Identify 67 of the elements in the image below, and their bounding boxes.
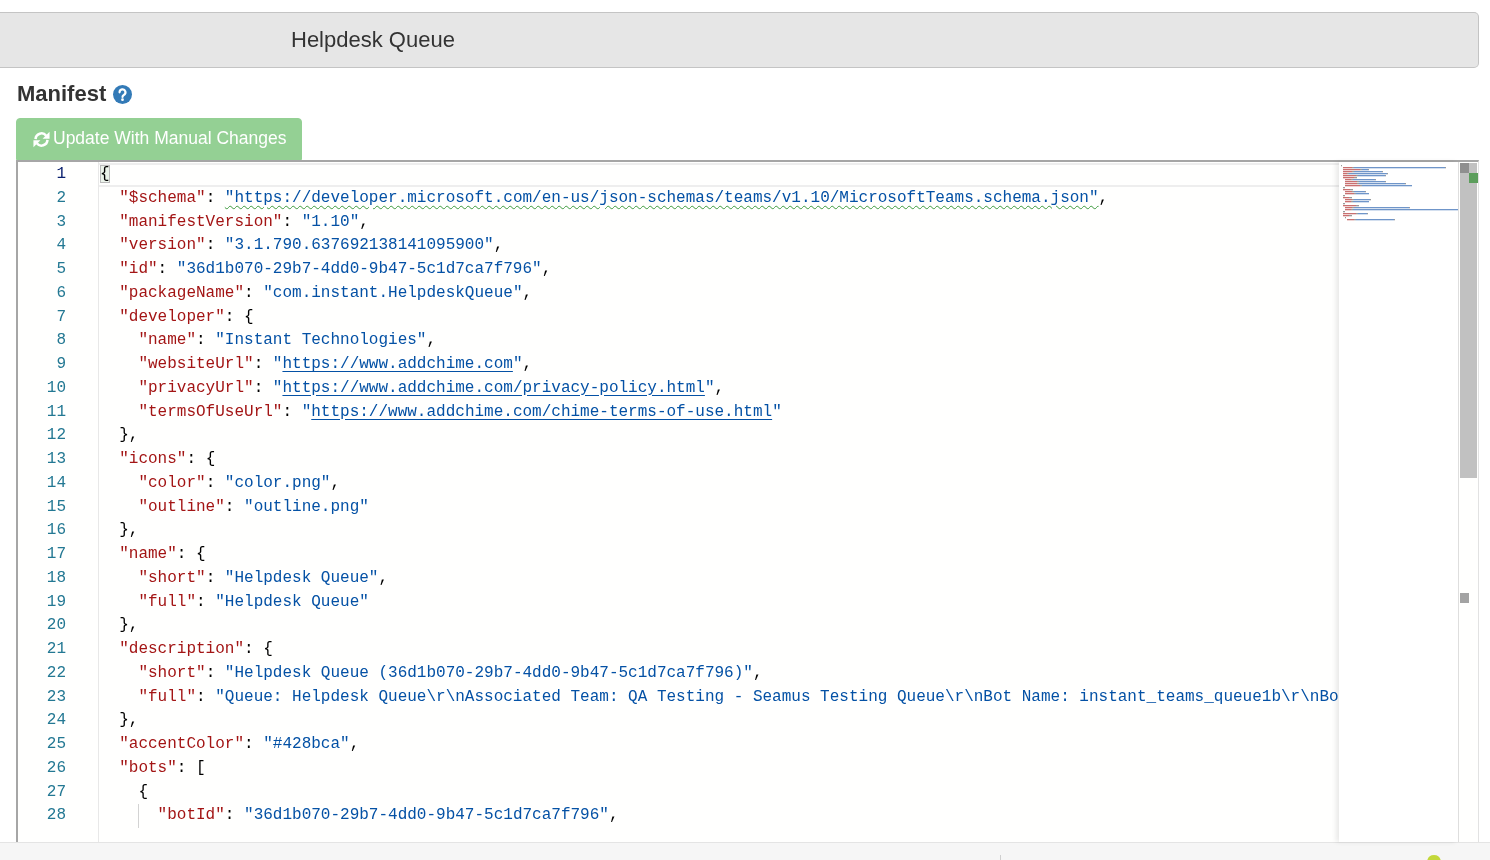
code-line: }, bbox=[119, 425, 139, 447]
line-number: 1 bbox=[56, 165, 66, 183]
line-number: 5 bbox=[56, 260, 66, 278]
page-title: Helpdesk Queue bbox=[291, 27, 455, 53]
code-line: { bbox=[138, 781, 148, 803]
code-line: "manifestVersion": "1.10", bbox=[119, 211, 369, 233]
overview-mark-icon bbox=[1460, 593, 1469, 603]
refresh-icon bbox=[33, 130, 50, 148]
line-number: 26 bbox=[46, 758, 66, 777]
minimap[interactable] bbox=[1339, 162, 1458, 842]
code-line: "$schema": "https://developer.microsoft.com/en-us/json-schemas/teams/v1.10/MicrosoftTeams.schema.json", bbox=[119, 187, 1109, 209]
line-number: 25 bbox=[46, 735, 66, 753]
line-number: 3 bbox=[56, 212, 66, 231]
code-line: "name": "Instant Technologies", bbox=[138, 330, 437, 352]
help-icon[interactable] bbox=[113, 84, 133, 104]
code-line: "short": "Helpdesk Queue", bbox=[138, 567, 389, 589]
scrollbar[interactable] bbox=[1458, 162, 1478, 842]
code-line: "icons": { bbox=[119, 449, 216, 470]
line-number: 19 bbox=[46, 592, 66, 611]
line-number: 7 bbox=[56, 307, 66, 326]
code-line: }, bbox=[119, 615, 139, 637]
code-line: "termsOfUseUrl": "https://www.addchime.com/chime-terms-of-use.html" bbox=[138, 401, 782, 423]
line-number: 9 bbox=[56, 355, 66, 373]
line-number: 13 bbox=[46, 450, 66, 468]
code-line: "developer": { bbox=[119, 306, 254, 328]
line-number: 15 bbox=[46, 497, 66, 516]
code-line: "id": "36d1b070-29b7-4dd0-9b47-5c1d7ca7f796", bbox=[119, 259, 552, 280]
url-link[interactable]: https://www.addchime.com bbox=[282, 355, 513, 373]
code-line: "websiteUrl": "https://www.addchime.com", bbox=[138, 354, 533, 375]
line-number: 16 bbox=[46, 521, 66, 540]
url-link[interactable]: https://www.addchime.com/privacy-policy.html bbox=[282, 378, 705, 397]
code-line: }, bbox=[119, 710, 139, 732]
code-line: "full": "Helpdesk Queue" bbox=[138, 591, 369, 613]
line-number: 12 bbox=[46, 426, 66, 445]
section-heading: Manifest bbox=[17, 81, 107, 107]
code-line: "short": "Helpdesk Queue (36d1b070-29b7-4dd0-9b47-5c1d7ca7f796)", bbox=[138, 662, 763, 684]
code-line: "packageName": "com.instant.HelpdeskQueue", bbox=[119, 282, 533, 304]
line-number: 10 bbox=[46, 378, 66, 397]
line-number: 18 bbox=[46, 568, 66, 587]
line-number: 21 bbox=[46, 640, 66, 658]
line-number: 24 bbox=[46, 711, 66, 730]
scrollbar-thumb[interactable] bbox=[1460, 163, 1477, 478]
code-line: "privacyUrl": "https://www.addchime.com/privacy-policy.html", bbox=[138, 377, 725, 399]
code-line: "version": "3.1.790.637692138141095900", bbox=[119, 235, 504, 257]
line-number: 23 bbox=[46, 687, 66, 706]
line-number: 28 bbox=[46, 806, 66, 825]
code-line: "name": { bbox=[119, 544, 206, 565]
line-number: 6 bbox=[56, 283, 66, 302]
line-number: 27 bbox=[46, 782, 66, 801]
line-number: 4 bbox=[56, 236, 66, 255]
code-line: "bots": [ bbox=[119, 757, 206, 779]
code-line: "color": "color.png", bbox=[138, 472, 341, 494]
code-line: "description": { bbox=[119, 639, 273, 660]
code-editor[interactable] bbox=[16, 160, 1479, 842]
code-line: "full": "Queue: Helpdesk Queue\r\nAssociated Team: QA Testing - Seamus Testing Queue\r\nBot Name: instant_teams_queue1b\r\nBo bbox=[138, 686, 1339, 708]
line-number: 14 bbox=[46, 473, 66, 492]
line-number: 20 bbox=[46, 616, 66, 635]
code-line: "outline": "outline.png" bbox=[138, 496, 369, 518]
line-number: 8 bbox=[56, 331, 66, 350]
code-line: "accentColor": "#428bca", bbox=[119, 734, 360, 755]
url-link[interactable]: https://www.addchime.com/chime-terms-of-use.html bbox=[311, 402, 773, 421]
code-line: "botId": "36d1b070-29b7-4dd0-9b47-5c1d7ca7f796", bbox=[157, 805, 619, 827]
line-number: 11 bbox=[46, 402, 66, 421]
line-number: 17 bbox=[46, 545, 66, 563]
line-number: 2 bbox=[56, 188, 66, 207]
code-line: }, bbox=[119, 520, 139, 542]
line-number: 22 bbox=[46, 663, 66, 682]
